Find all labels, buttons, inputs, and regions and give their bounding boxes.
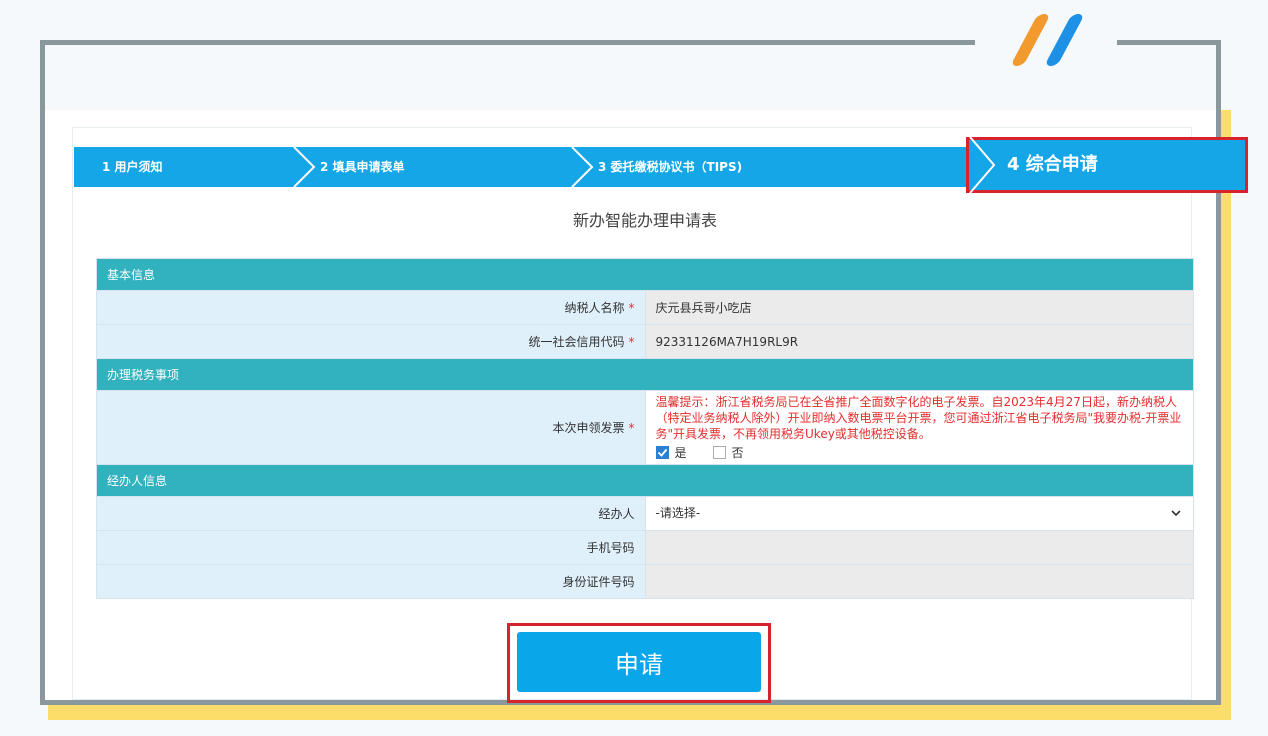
chevron-right-icon [571,147,594,187]
no-label: 否 [731,446,744,460]
frame-border [40,40,975,45]
field-label: 纳税人名称 * [96,290,646,325]
invoice-notice-text: 温馨提示：浙江省税务局已在全省推广全面数字化的电子发票。自2023年4月27日起… [655,395,1182,441]
agent-select-cell: -请选择- [644,496,1194,531]
table-row: 本次申领发票 * 温馨提示：浙江省税务局已在全省推广全面数字化的电子发票。自202… [96,390,1194,465]
required-mark: * [628,335,635,349]
taxpayer-name-field[interactable]: 庆元县兵哥小吃店 [644,290,1194,325]
agent-select[interactable]: -请选择- [656,497,1184,530]
section-header-tax-matters: 办理税务事项 [96,358,1194,391]
chevron-right-icon [293,147,316,187]
blue-slash-decoration [1044,14,1085,66]
credit-code-label: 统一社会信用代码 [528,335,625,349]
step-1-user-notice[interactable]: 1 用户须知 [102,147,163,187]
invoice-options: 是 否 [655,444,1184,464]
section-header-basic-info: 基本信息 [96,258,1194,291]
application-form-table: 基本信息 纳税人名称 * 庆元县兵哥小吃店 统一社会信用代码 * 92331126M… [96,258,1194,599]
orange-slash-decoration [1010,14,1051,66]
id-number-label: 身份证件号码 [96,564,646,599]
credit-code-field[interactable]: 92331126MA7H19RL9R [644,324,1194,359]
phone-field[interactable] [644,530,1194,565]
section-title: 基本信息 [96,258,1194,291]
table-row: 纳税人名称 * 庆元县兵哥小吃店 [96,290,1194,325]
yes-label: 是 [674,446,687,460]
frame-border [1117,40,1221,45]
step-4-comprehensive-application[interactable]: 4 综合申请 [966,137,1248,193]
step-2-fill-form[interactable]: 2 填具申请表单 [320,147,405,187]
section-title: 办理税务事项 [96,358,1194,391]
yes-checkbox[interactable] [655,446,669,459]
field-label: 本次申领发票 * [96,390,646,465]
phone-label: 手机号码 [96,530,646,565]
apply-button[interactable]: 申请 [517,632,761,692]
required-mark: * [628,421,635,435]
table-row: 手机号码 [96,530,1194,565]
chevron-right-icon [969,137,996,193]
field-label: 统一社会信用代码 * [96,324,646,359]
invoice-field: 温馨提示：浙江省税务局已在全省推广全面数字化的电子发票。自2023年4月27日起… [644,390,1194,465]
section-title: 经办人信息 [96,464,1194,497]
table-row: 身份证件号码 [96,564,1194,599]
check-icon [657,448,667,457]
agent-label: 经办人 [96,496,646,531]
required-mark: * [628,301,635,315]
taxpayer-name-label: 纳税人名称 [564,301,625,315]
section-header-agent-info: 经办人信息 [96,464,1194,497]
invoice-label: 本次申领发票 [552,421,625,435]
no-checkbox[interactable] [712,446,726,459]
step-3-tips-agreement[interactable]: 3 委托缴税协议书（TIPS) [598,147,742,187]
step-4-label: 4 综合申请 [1007,154,1098,175]
table-row: 统一社会信用代码 * 92331126MA7H19RL9R [96,324,1194,359]
form-title: 新办智能办理申请表 [572,211,717,230]
chevron-down-icon [1171,510,1181,517]
table-row: 经办人 -请选择- [96,496,1194,531]
id-number-field[interactable] [644,564,1194,599]
agent-select-value: -请选择- [655,506,701,520]
